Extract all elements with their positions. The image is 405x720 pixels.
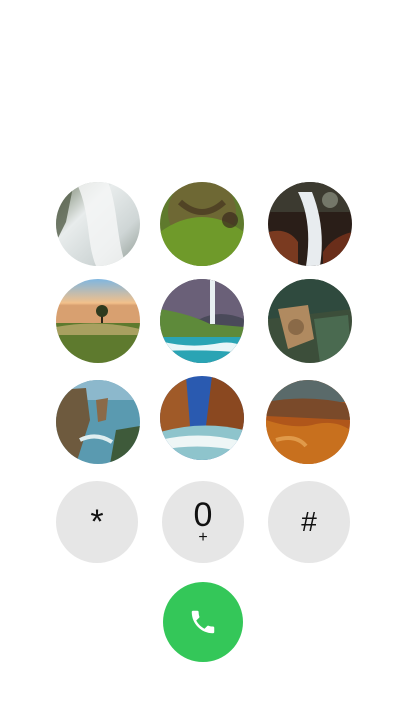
- key-2-photo[interactable]: [160, 182, 244, 266]
- lone-tree-sunset-photo: [56, 279, 140, 363]
- sea-cliffs-photo: [56, 380, 140, 464]
- call-button[interactable]: [163, 582, 243, 662]
- waterfall-close-photo: [56, 182, 140, 266]
- orange-canyon-photo: [266, 380, 350, 464]
- grassy-hill-swirl-photo: [160, 182, 244, 266]
- phone-icon: [191, 610, 215, 634]
- canyon-surf-photo: [160, 376, 244, 460]
- key-3-photo[interactable]: [268, 182, 352, 266]
- zero-plus-label: +: [198, 529, 208, 546]
- forest-stream-photo: [268, 182, 352, 266]
- key-1-photo[interactable]: [56, 182, 140, 266]
- star-key[interactable]: *: [56, 481, 138, 563]
- key-7-photo[interactable]: [56, 380, 140, 464]
- zero-key[interactable]: 0 +: [162, 481, 244, 563]
- dial-keypad: * 0 + #: [0, 0, 405, 720]
- key-5-photo[interactable]: [160, 279, 244, 363]
- hash-key[interactable]: #: [268, 481, 350, 563]
- rocky-coast-trees-photo: [268, 279, 352, 363]
- hash-label: #: [301, 506, 317, 537]
- star-label: *: [90, 503, 104, 541]
- zero-label: 0: [193, 496, 213, 534]
- key-8-photo[interactable]: [160, 376, 244, 460]
- key-4-photo[interactable]: [56, 279, 140, 363]
- coastal-waterfall-photo: [160, 279, 244, 363]
- key-9-photo[interactable]: [266, 380, 350, 464]
- key-6-photo[interactable]: [268, 279, 352, 363]
